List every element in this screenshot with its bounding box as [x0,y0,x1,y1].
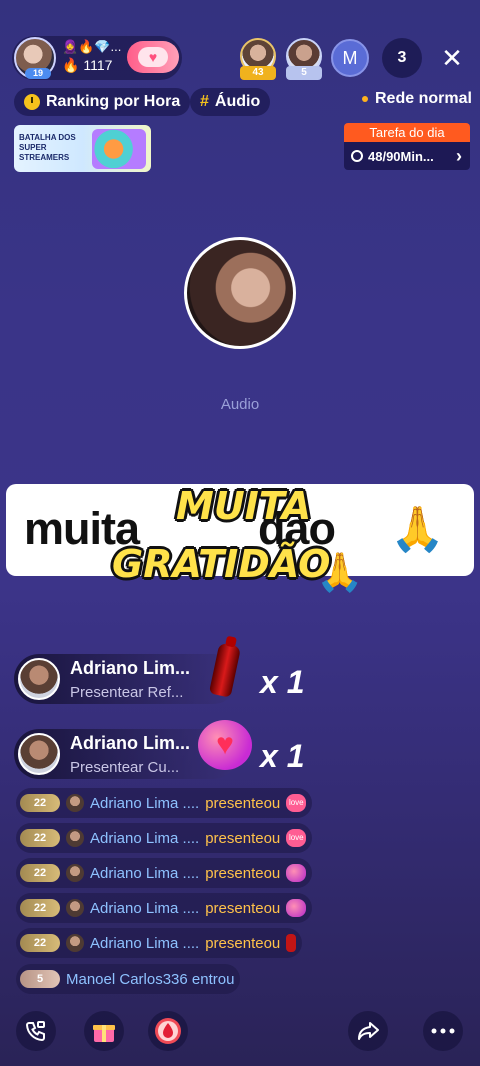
heart-icon: ♥ [138,47,168,67]
phone-video-icon[interactable] [16,1011,56,1051]
love-icon: love [286,794,307,812]
avatar [66,899,84,917]
gift-sender-name: Adriano Lim... [70,658,191,678]
coke-bottle-icon [286,934,297,952]
network-dot-icon [362,96,368,102]
heart-bubble-icon [286,864,307,882]
share-arrow-icon[interactable] [348,1011,388,1051]
viewer-level-badge: 5 [286,66,322,80]
avatar[interactable] [18,658,60,700]
join-message[interactable]: 5 Manoel Carlos336 entrou [16,964,241,994]
host-badges: 🧕🔥💎... [62,39,122,54]
host-heat: 🔥 1117 [62,57,112,73]
event-banner[interactable]: BATALHA DOS SUPER STREAMERS [14,125,151,172]
chevron-right-icon: › [456,145,462,166]
chat-verb: presenteou [205,864,281,882]
ranking-hourly-button[interactable]: Ranking por Hora [14,88,191,116]
chat-verb: presenteou [205,899,281,917]
network-status: Rede normal [362,88,472,110]
gift-multiplier: x 1 [260,738,305,774]
room-mode-label: Audio [220,396,260,413]
banner-text: BATALHA DOS SUPER STREAMERS [19,133,76,162]
daily-task-title[interactable]: Tarefa do dia [344,123,470,142]
chat-username[interactable]: Adriano Lima .... [90,900,199,917]
gift-action: Presentear Cu... [70,759,180,776]
love-icon: love [286,829,307,847]
user-level-badge: 22 [20,899,60,917]
chat-verb: presenteou [205,794,281,812]
chat-verb: presenteou [205,934,281,952]
audio-tag-button[interactable]: # Áudio [190,88,271,116]
follow-button[interactable]: ♥ [127,41,179,73]
clock-icon [351,150,363,162]
chat-message[interactable]: 22 Adriano Lima .... presenteou [16,858,313,888]
gift-sender-name: Adriano Lim... [70,733,191,753]
avatar[interactable] [18,733,60,775]
daily-task-progress[interactable]: 48/90Min... › [344,142,470,170]
drop-icon[interactable] [148,1011,188,1051]
host-heat-value: 1117 [83,57,113,73]
close-icon[interactable]: ✕ [436,38,468,78]
avatar [66,934,84,952]
praying-hands-icon: 🙏 [316,552,364,594]
chat-message[interactable]: 22 Adriano Lima .... presenteou [16,893,313,923]
speaker-avatar[interactable] [184,237,296,349]
chat-username[interactable]: Adriano Lima .... [90,795,199,812]
chat-username[interactable]: Adriano Lima .... [90,935,199,952]
viewer-level-badge: 43 [240,66,276,80]
viewer-count-button[interactable]: 3 [382,38,422,78]
user-level-badge: 22 [20,934,60,952]
gift-box-icon[interactable] [84,1011,124,1051]
chat-username[interactable]: Adriano Lima .... [90,830,199,847]
sticker-overlay-text: MUITA [176,484,312,528]
user-level-badge: 5 [20,970,60,988]
audio-tag-label: Áudio [214,93,261,110]
chat-username[interactable]: Adriano Lima .... [90,865,199,882]
chat-verb: presenteou [205,829,281,847]
avatar [66,864,84,882]
chat-message[interactable]: 22 Adriano Lima .... presenteou [16,928,303,958]
sticker-overlay-text: GRATIDÃO [112,542,331,586]
gift-action: Presentear Ref... [70,684,184,701]
heart-bubble-icon: ♥ [198,720,252,770]
network-label: Rede normal [375,90,472,107]
join-text: Manoel Carlos336 entrou [66,970,235,988]
flame-icon: 🔥 [62,57,80,73]
ranking-label: Ranking por Hora [46,93,181,110]
chat-message[interactable]: 22 Adriano Lima .... presenteou love [16,823,313,853]
hash-icon: # [200,93,209,110]
user-level-badge: 22 [20,864,60,882]
praying-hands-icon: 🙏 [390,505,445,554]
task-progress-text: 48/90Min... [368,148,434,164]
user-level-badge: 22 [20,794,60,812]
user-level-badge: 22 [20,829,60,847]
viewer-initial-avatar[interactable]: M [331,39,369,77]
host-level-badge: 19 [25,68,51,79]
avatar [66,829,84,847]
banner-art-icon [92,129,146,169]
clock-icon [24,94,40,110]
gift-multiplier: x 1 [260,664,305,700]
chat-message[interactable]: 22 Adriano Lima .... presenteou love [16,788,313,818]
heart-bubble-icon [286,899,307,917]
more-dots-icon[interactable] [423,1011,463,1051]
avatar [66,794,84,812]
